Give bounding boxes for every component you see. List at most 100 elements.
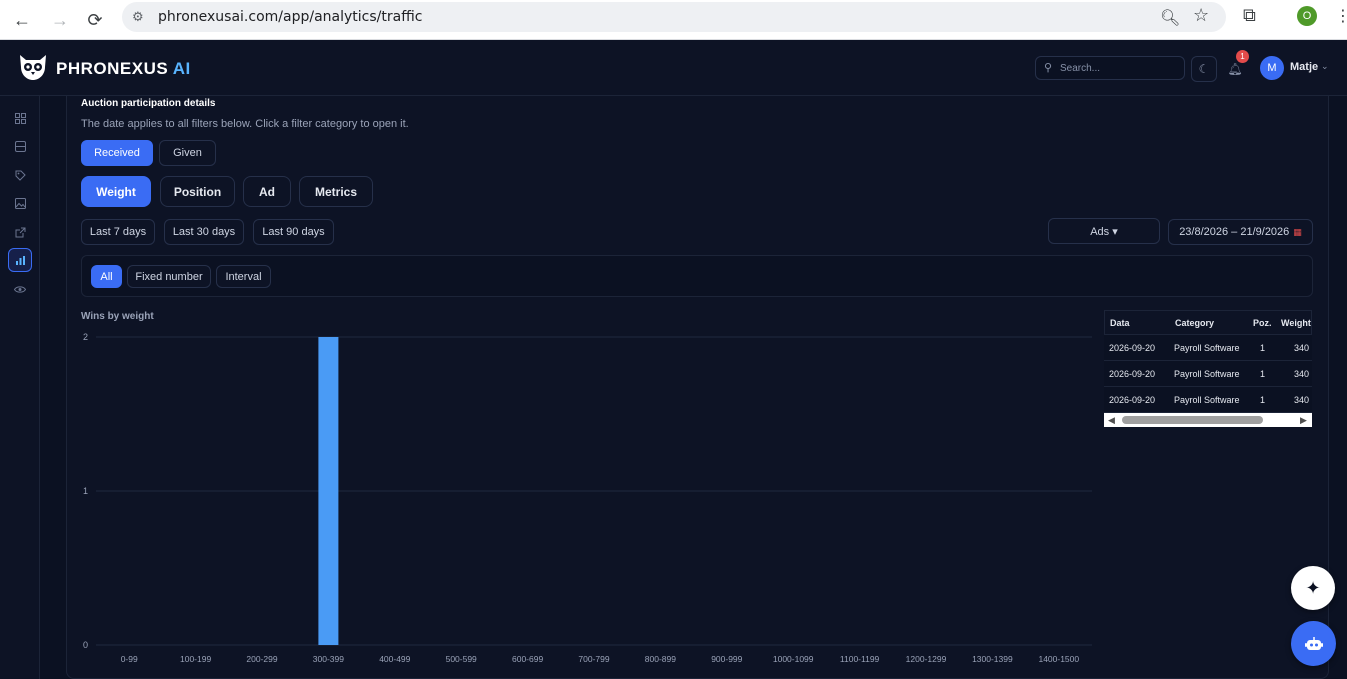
date-range-picker[interactable]: 23/8/2026 – 21/9/2026 ▦ [1168,219,1313,245]
calendar-icon: ▦ [1293,226,1302,237]
site-info-icon[interactable]: ⚙ [132,9,144,25]
range-last-90-days[interactable]: Last 90 days [253,219,334,245]
search-box[interactable]: ⚲ [1035,56,1185,80]
user-name[interactable]: Matje [1290,61,1318,73]
table-row: 2026-09-20 Payroll Software 1 340 [1104,361,1312,387]
table-horizontal-scrollbar[interactable]: ◀ ▶ [1104,413,1312,427]
bar [318,337,339,645]
app-header: PHRONEXUS AI ⚲ ☾ 🔔︎ 1 M Matje ⌄ [0,40,1347,96]
robot-icon [1304,636,1323,650]
x-tick-label: 300-399 [313,654,344,664]
tab-metrics[interactable]: Metrics [299,176,373,207]
cell-category: Payroll Software [1174,369,1240,379]
x-tick-label: 100-199 [180,654,211,664]
table-header: Data Category Poz. Weight [1104,310,1312,335]
chart-title: Wins by weight [81,311,154,322]
x-tick-label: 1300-1399 [972,654,1013,664]
x-tick-label: 200-299 [246,654,277,664]
browser-toolbar: ← → ⟳ ⚙ phronexusai.com/app/analytics/tr… [0,0,1347,40]
sidebar [0,96,40,679]
profile-avatar[interactable]: O [1297,6,1317,26]
tab-position[interactable]: Position [160,176,235,207]
x-tick-label: 600-699 [512,654,543,664]
date-range-text: 23/8/2026 – 21/9/2026 [1179,226,1290,238]
range-last-30-days[interactable]: Last 30 days [164,219,244,245]
external-link-icon[interactable] [8,220,32,244]
column-header-weight: Weight [1281,318,1311,328]
database-icon[interactable] [8,134,32,158]
search-input[interactable] [1060,60,1178,76]
eye-icon[interactable] [8,277,32,301]
brand-name[interactable]: PHRONEXUS AI [56,59,191,79]
scroll-right-icon[interactable]: ▶ [1300,415,1307,426]
cell-date: 2026-09-20 [1109,369,1156,379]
x-tick-label: 1200-1299 [906,654,947,664]
table-row: 2026-09-20 Payroll Software 1 340 [1104,387,1312,413]
search-icon: ⚲ [1044,62,1053,74]
tab-ad[interactable]: Ad [243,176,291,207]
filter-interval[interactable]: Interval [216,265,271,288]
given-toggle[interactable]: Given [159,140,216,166]
x-tick-label: 400-499 [379,654,410,664]
table-row: 2026-09-20 Payroll Software 1 340 [1104,335,1312,361]
zoom-icon[interactable]: 🔍︎ [1160,8,1180,28]
ads-select[interactable]: Ads ▾ [1048,218,1160,244]
y-tick-label: 2 [83,332,88,342]
y-tick-label: 1 [83,486,88,496]
wins-table: Data Category Poz. Weight 2026-09-20 Pay… [1104,310,1312,428]
cell-date: 2026-09-20 [1109,343,1156,353]
received-toggle[interactable]: Received [81,140,153,166]
brand-suffix: AI [172,59,191,78]
wins-by-weight-chart: 0 1 2 0-99 100-199 200-299 300-399 400-499 500-5… [83,332,1092,664]
x-tick-label: 900-999 [711,654,742,664]
ai-sparkle-button[interactable]: ✦ [1291,566,1335,610]
moon-icon: ☾ [1198,62,1210,76]
address-bar[interactable]: ⚙ phronexusai.com/app/analytics/traffic [122,2,1226,32]
y-tick-label: 0 [83,640,88,650]
cell-position: 1 [1260,343,1266,353]
brand-main: PHRONEXUS [56,59,169,78]
chatbot-button[interactable] [1291,621,1336,666]
star-icon[interactable]: ☆ [1193,5,1209,26]
cell-position: 1 [1260,395,1266,405]
tag-icon[interactable] [8,163,32,187]
x-tick-label: 1100-1199 [840,654,880,664]
x-tick-label: 1400-1500 [1038,654,1079,664]
section-title: Auction participation details [81,98,216,109]
cell-category: Payroll Software [1174,395,1240,405]
owl-logo-icon[interactable] [16,51,50,83]
cell-date: 2026-09-20 [1109,395,1156,405]
scroll-left-icon[interactable]: ◀ [1108,415,1115,426]
user-avatar[interactable]: M [1260,56,1284,80]
menu-icon[interactable]: ⋮ [1335,6,1347,26]
range-last-7-days[interactable]: Last 7 days [81,219,155,245]
extensions-icon[interactable]: ⧉ [1243,5,1256,26]
column-header-data: Data [1110,318,1130,328]
x-tick-label: 500-599 [446,654,477,664]
image-icon[interactable] [8,191,32,215]
column-header-position: Poz. [1253,318,1272,328]
cell-weight: 340 [1294,369,1310,379]
bell-icon: 🔔︎ [1227,62,1243,76]
dashboard-icon[interactable] [8,106,32,130]
notification-badge: 1 [1236,50,1249,63]
theme-toggle-button[interactable]: ☾ [1191,56,1217,82]
cell-weight: 340 [1294,343,1310,353]
x-tick-label: 700-799 [578,654,609,664]
forward-icon[interactable]: → [46,6,74,34]
bar-chart-icon[interactable] [8,248,32,272]
tab-weight[interactable]: Weight [81,176,151,207]
cell-position: 1 [1260,369,1266,379]
chevron-down-icon[interactable]: ⌄ [1321,61,1329,72]
filter-all[interactable]: All [91,265,122,288]
x-tick-label: 800-899 [645,654,676,664]
reload-icon[interactable]: ⟳ [81,6,109,34]
section-subtitle: The date applies to all filters below. C… [81,118,409,130]
back-icon[interactable]: ← [8,6,36,34]
filter-fixed-number[interactable]: Fixed number [127,265,211,288]
cell-weight: 340 [1294,395,1310,405]
x-tick-label: 0-99 [121,654,138,664]
notifications-button[interactable]: 🔔︎ 1 [1222,50,1249,82]
scrollbar-thumb[interactable] [1122,416,1263,424]
url-text[interactable]: phronexusai.com/app/analytics/traffic [158,9,422,25]
